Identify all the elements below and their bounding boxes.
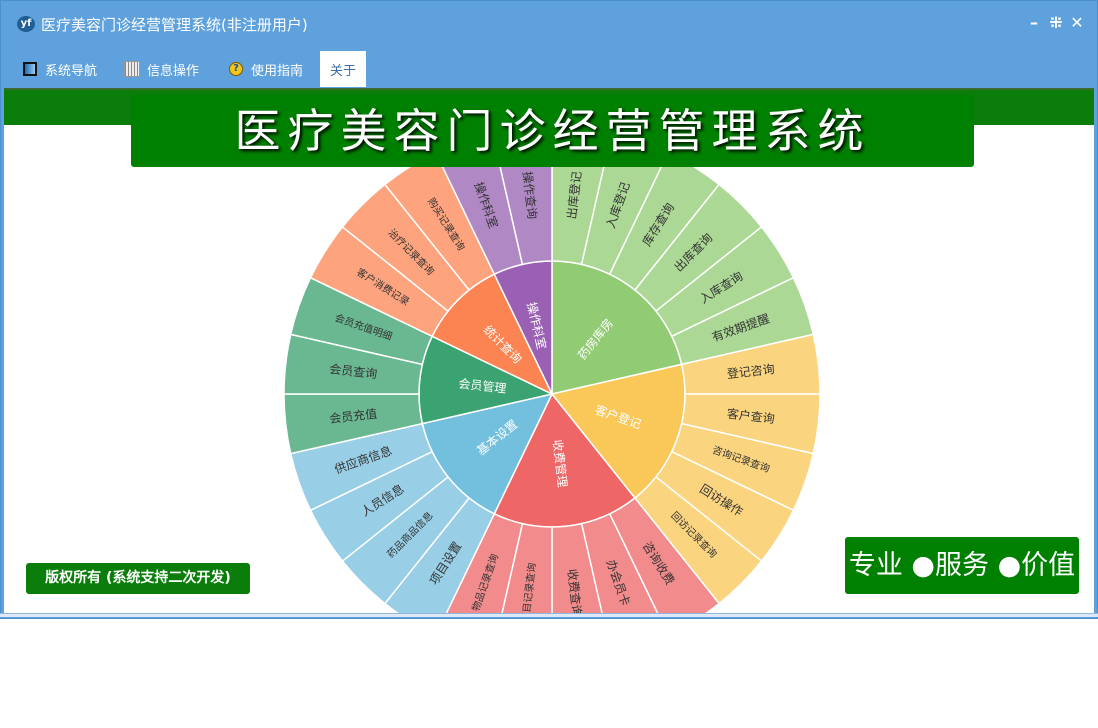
minimize-button[interactable]: –	[1025, 13, 1043, 32]
content-area: 药房库房 出库登记 入库登记 库存查询 出库查询 入库查询 有效期提醒 客户登记 登记咨询 客户查…	[4, 88, 1094, 615]
help-icon: ?	[229, 62, 243, 76]
menu-label: 使用指南	[251, 63, 304, 79]
close-button[interactable]: ✕	[1068, 13, 1086, 32]
menu-label: 关于	[330, 63, 357, 79]
sunburst-chart: 药房库房出库登记 入库登记 库存查询出库查询入库查询有效期提醒客户登记登记咨询客户查…	[283, 125, 821, 615]
app-logo-icon: yf	[17, 16, 35, 32]
menu-label: 信息操作	[147, 63, 200, 79]
app-window: yf 医疗美容门诊经营管理系统(非注册用户) – ⁜ ✕ 系统导航 信息操作 ?…	[0, 0, 1098, 619]
title-bar[interactable]: yf 医疗美容门诊经营管理系统(非注册用户) – ⁜ ✕	[1, 1, 1097, 47]
menu-user-guide[interactable]: ? 使用指南	[223, 51, 309, 87]
menu-system-nav[interactable]: 系统导航	[17, 51, 103, 87]
banner-title: 医疗美容门诊经营管理系统	[131, 95, 974, 167]
window-bottom-border	[0, 613, 1098, 617]
restore-button[interactable]: ⁜	[1047, 13, 1065, 32]
window-icon	[23, 62, 37, 76]
menu-bar: 系统导航 信息操作 ? 使用指南 关于	[1, 51, 1097, 87]
slogan-badge: 专业 ●服务 ●价值	[845, 537, 1079, 594]
menu-about[interactable]: 关于	[320, 51, 367, 87]
grid-icon	[124, 61, 140, 77]
menu-info-ops[interactable]: 信息操作	[119, 51, 205, 87]
copyright-badge: 版权所有 (系统支持二次开发)	[26, 563, 250, 594]
window-title: 医疗美容门诊经营管理系统(非注册用户)	[41, 16, 308, 34]
menu-label: 系统导航	[45, 63, 98, 79]
